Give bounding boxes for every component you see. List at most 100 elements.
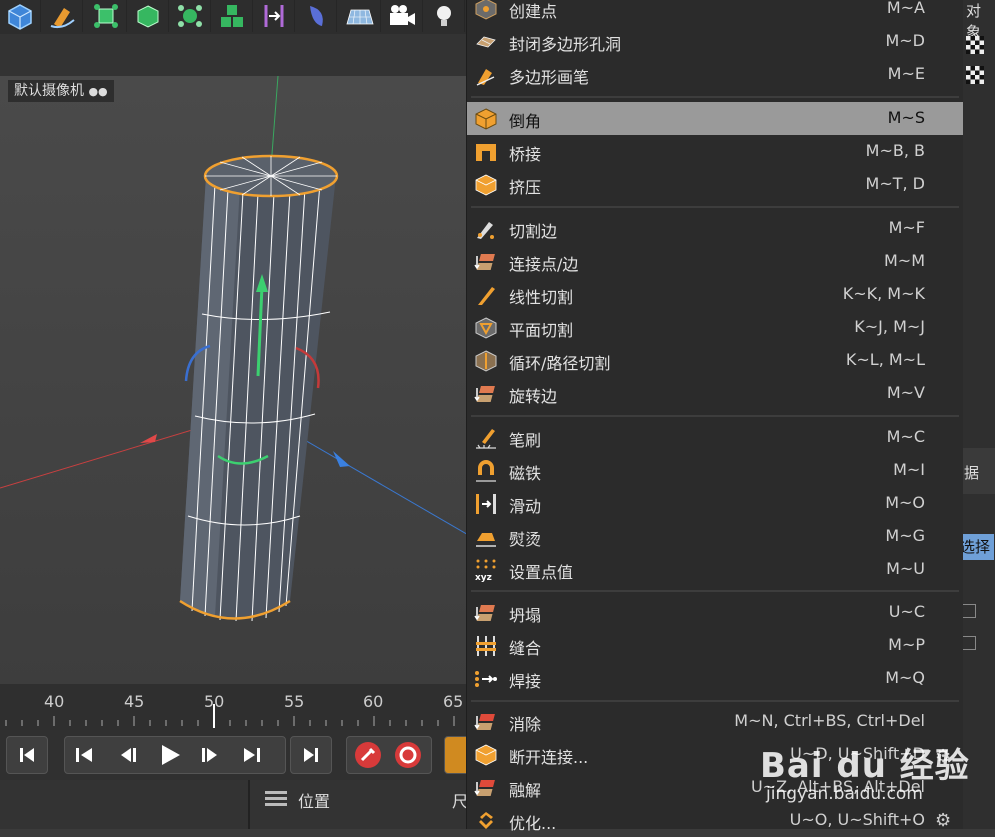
select-button[interactable]: 选择: [960, 534, 995, 560]
record-group: [346, 736, 432, 774]
spline-tool-icon[interactable]: [254, 0, 295, 32]
watermark-url: jingyan.baidu.com: [766, 784, 923, 804]
cube-icon[interactable]: [0, 0, 41, 32]
menu-separator: [471, 700, 959, 702]
menu-item-label: 平面切割: [509, 321, 574, 340]
menu-item-iron[interactable]: 熨烫 M~G: [467, 520, 963, 553]
melt-icon: [474, 780, 495, 796]
pen-icon[interactable]: [42, 0, 83, 32]
checkbox[interactable]: [962, 636, 976, 650]
mograph-icon[interactable]: [212, 0, 253, 32]
menu-item-plane-cut[interactable]: 平面切割 K~J, M~J: [467, 311, 963, 344]
collapse-icon: [474, 605, 495, 621]
menu-item-spin-edge[interactable]: 旋转边 M~V: [467, 377, 963, 410]
menu-item-loop-path-cut[interactable]: 循环/路径切割 K~L, M~L: [467, 344, 963, 377]
next-frame-button[interactable]: [199, 745, 221, 769]
menu-item-label: 焊接: [509, 672, 542, 691]
menu-item-shortcut: M~V: [886, 383, 925, 402]
menu-item-connect-points-edges[interactable]: 连接点/边 M~M: [467, 245, 963, 278]
menu-item-label: 设置点值: [509, 563, 574, 582]
auto-key-icon[interactable]: [393, 740, 423, 774]
menu-item-magnet[interactable]: 磁铁 M~I: [467, 454, 963, 487]
loop-path-cut-icon: [475, 350, 497, 372]
close-polygon-hole-icon: [476, 36, 496, 48]
menu-item-slide[interactable]: 滑动 M~O: [467, 487, 963, 520]
go-to-end-button[interactable]: [290, 736, 332, 774]
menu-item-line-cut[interactable]: 线性切割 K~K, M~K: [467, 278, 963, 311]
checker-icon: [966, 36, 984, 54]
camera-icon[interactable]: [382, 0, 423, 32]
menu-item-label: 挤压: [509, 178, 542, 197]
connect-points-edges-icon: [474, 254, 495, 270]
menu-item-shortcut: K~K, M~K: [842, 284, 925, 303]
timeline-ruler[interactable]: 40 45 50 55 60 65: [0, 684, 470, 730]
menu-item-label: 断开连接...: [509, 748, 589, 767]
menu-separator: [471, 590, 959, 592]
menu-item-stitch[interactable]: 缝合 M~P: [467, 629, 963, 662]
mesh-context-menu: 创建点 M~A 封闭多边形孔洞 M~D 多边形画笔 M~E 倒角 M~S 桥接 …: [466, 0, 963, 833]
hamburger-menu-icon[interactable]: [265, 790, 287, 806]
checker-icon: [966, 66, 984, 84]
menu-item-label: 创建点: [509, 2, 558, 21]
menu-item-shortcut: M~A: [886, 0, 925, 17]
menu-item-bridge[interactable]: 桥接 M~B, B: [467, 135, 963, 168]
floor-icon[interactable]: [340, 0, 381, 32]
menu-item-optimize[interactable]: 优化... U~O, U~Shift+O: [467, 804, 963, 837]
data-tab-label[interactable]: 据: [964, 462, 979, 483]
checkbox[interactable]: [962, 604, 976, 618]
gear-icon[interactable]: ⚙: [935, 810, 951, 831]
menu-item-shortcut: U~C: [888, 602, 925, 621]
menu-item-label: 循环/路径切割: [509, 354, 611, 373]
menu-item-shortcut: M~T, D: [865, 174, 925, 193]
menu-item-shortcut: M~M: [883, 251, 925, 270]
go-to-start-button[interactable]: [6, 736, 48, 774]
menu-item-polygon-pen[interactable]: 多边形画笔 M~E: [467, 58, 963, 91]
record-key-icon[interactable]: [353, 740, 383, 774]
subdivision-icon[interactable]: [86, 0, 127, 32]
plane-cut-icon: [475, 317, 497, 339]
set-point-value-icon: xyz: [475, 559, 496, 582]
slide-icon: [476, 494, 496, 514]
3d-viewport[interactable]: 默认摄像机 ●●: [0, 76, 470, 684]
disconnect-icon: [475, 744, 497, 766]
menu-item-label: 缝合: [509, 639, 542, 658]
menu-item-bevel[interactable]: 倒角 M~S: [467, 102, 963, 135]
baidu-watermark: Bai du 经验: [760, 738, 970, 787]
menu-item-shortcut: M~F: [888, 218, 925, 237]
bridge-icon: [476, 144, 496, 161]
menu-item-shortcut: M~I: [893, 460, 925, 479]
deformer-icon[interactable]: [170, 0, 211, 32]
menu-item-shortcut: M~Q: [885, 668, 925, 687]
menu-item-label: 倒角: [509, 112, 542, 131]
menu-item-shortcut: M~O: [885, 493, 925, 512]
menu-item-label: 多边形画笔: [509, 68, 590, 87]
menu-item-create-point[interactable]: 创建点 M~A: [467, 0, 963, 25]
bevel-icon: [475, 108, 497, 130]
next-key-button[interactable]: [241, 745, 263, 769]
menu-item-close-polygon-hole[interactable]: 封闭多边形孔洞 M~D: [467, 25, 963, 58]
brush-icon: [476, 429, 496, 449]
play-button[interactable]: [157, 743, 183, 771]
menu-item-shortcut: M~C: [886, 427, 925, 446]
menu-item-extrude[interactable]: 挤压 M~T, D: [467, 168, 963, 201]
z-axis-arrow: [333, 451, 350, 467]
menu-item-label: 优化...: [509, 814, 557, 833]
prev-frame-button[interactable]: [117, 745, 139, 769]
menu-item-weld[interactable]: 焊接 M~Q: [467, 662, 963, 695]
playback-controls: [0, 730, 486, 780]
menu-item-shortcut: M~S: [887, 108, 925, 127]
menu-item-set-point-value[interactable]: xyz 设置点值 M~U: [467, 553, 963, 586]
cloner-icon[interactable]: [128, 0, 169, 32]
field-icon[interactable]: [296, 0, 337, 32]
menu-item-label: 切割边: [509, 222, 558, 241]
menu-item-brush[interactable]: 笔刷 M~C: [467, 421, 963, 454]
menu-item-label: 熨烫: [509, 530, 542, 549]
iron-icon: [476, 533, 496, 547]
light-icon[interactable]: [424, 0, 465, 32]
menu-item-cut-edges[interactable]: 切割边 M~F: [467, 212, 963, 245]
menu-item-collapse[interactable]: 坍塌 U~C: [467, 596, 963, 629]
menu-item-dissolve[interactable]: 消除 M~N, Ctrl+BS, Ctrl+Del: [467, 705, 963, 738]
menu-item-label: 连接点/边: [509, 255, 579, 274]
prev-key-button[interactable]: [73, 745, 95, 769]
object-manager-panel: 对象 据 选择: [960, 0, 995, 829]
